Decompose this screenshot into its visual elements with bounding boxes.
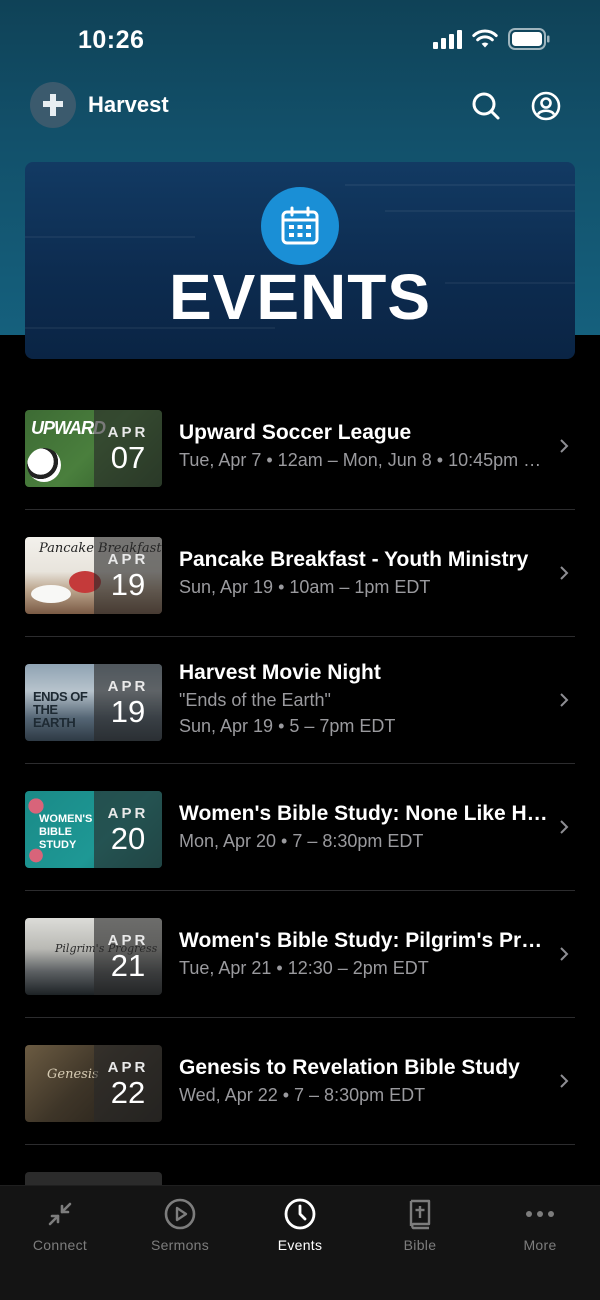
account-icon — [531, 91, 561, 121]
event-datetime: Sun, Apr 19 • 10am – 1pm EDT — [179, 577, 431, 597]
event-title: Upward Soccer League — [179, 421, 412, 444]
event-subtitle: "Ends of the Earth" — [179, 690, 331, 710]
tab-connect[interactable]: Connect — [0, 1186, 120, 1300]
date-month: APR — [107, 805, 149, 822]
connect-icon — [48, 1202, 72, 1226]
thumb-text: ENDS OF THE EARTH — [33, 689, 88, 730]
event-row[interactable]: WOMEN'S BIBLE STUDY APR 20 Women's Bible… — [0, 764, 600, 891]
tab-label: Connect — [32, 1237, 88, 1253]
event-row[interactable]: Pancake Breakfast APR 19 Pancake Breakfa… — [0, 510, 600, 637]
event-text: Harvest Movie Night "Ends of the Earth" … — [179, 661, 551, 737]
event-text: Genesis to Revelation Bible Study Wed, A… — [179, 1056, 551, 1106]
chevron-right-icon — [560, 947, 569, 961]
event-thumbnail: WOMEN'S BIBLE STUDY APR 20 — [25, 791, 162, 868]
event-row[interactable]: UPWARD APR 07 Upward Soccer League Tue, … — [0, 383, 600, 510]
church-logo-icon[interactable] — [30, 82, 76, 128]
soccer-ball-icon — [27, 448, 61, 482]
tab-events[interactable]: Events — [240, 1186, 360, 1300]
event-title: Pancake Breakfast - Youth Ministry — [179, 548, 529, 571]
event-datetime: Sun, Apr 19 • 5 – 7pm EDT — [179, 716, 396, 736]
chevron-right-icon — [560, 566, 569, 580]
event-datetime: Tue, Apr 7 • 12am – Mon, Jun 8 • 10:45pm… — [179, 450, 551, 470]
date-month: APR — [107, 424, 149, 441]
event-datetime: Tue, Apr 21 • 12:30 – 2pm EDT — [179, 958, 429, 978]
date-badge: APR 07 — [94, 410, 162, 487]
status-bar: 10:26 — [0, 0, 600, 82]
calendar-icon — [261, 187, 339, 265]
tab-label: Events — [277, 1237, 323, 1253]
date-badge: APR 21 — [94, 918, 162, 995]
tab-bible[interactable]: Bible — [360, 1186, 480, 1300]
wifi-icon — [472, 29, 498, 48]
thumb-text: Genesis — [47, 1067, 99, 1082]
event-datetime: Mon, Apr 20 • 7 – 8:30pm EDT — [179, 831, 424, 851]
event-thumbnail: UPWARD APR 07 — [25, 410, 162, 487]
app-header: Harvest — [0, 82, 600, 132]
tab-more[interactable]: More — [480, 1186, 600, 1300]
event-text: Women's Bible Study: None Like Him Mon, … — [179, 802, 551, 852]
bible-icon — [409, 1199, 431, 1230]
event-text: Upward Soccer League Tue, Apr 7 • 12am –… — [179, 421, 551, 471]
tab-label: Bible — [403, 1237, 437, 1253]
event-title: Harvest Movie Night — [179, 661, 381, 684]
event-thumbnail: Pilgrim's Progress APR 21 — [25, 918, 162, 995]
date-month: APR — [107, 1059, 149, 1076]
events-banner: EVENTS — [25, 162, 575, 359]
tab-sermons[interactable]: Sermons — [120, 1186, 240, 1300]
event-datetime: Wed, Apr 22 • 7 – 8:30pm EDT — [179, 1085, 426, 1105]
event-thumbnail: Genesis APR 22 — [25, 1045, 162, 1122]
event-title: Women's Bible Study: Pilgrim's Progress — [179, 929, 551, 952]
date-badge: APR 20 — [94, 791, 162, 868]
date-day: 19 — [110, 567, 146, 602]
banner-title: EVENTS — [168, 261, 432, 333]
event-title: Genesis to Revelation Bible Study — [179, 1056, 520, 1079]
date-day: 20 — [110, 821, 146, 856]
date-day: 07 — [110, 440, 146, 475]
event-text: Women's Bible Study: Pilgrim's Progress … — [179, 929, 551, 979]
tab-bar: Connect Sermons Events Bible More — [0, 1185, 600, 1300]
event-text: Pancake Breakfast - Youth Ministry Sun, … — [179, 548, 551, 598]
date-day: 21 — [110, 948, 146, 983]
date-day: 22 — [110, 1075, 146, 1110]
event-title: Women's Bible Study: None Like Him — [179, 802, 551, 825]
more-dots-icon — [526, 1211, 554, 1217]
chevron-right-icon — [560, 1074, 569, 1088]
tab-label: More — [523, 1237, 557, 1253]
search-button[interactable] — [470, 90, 502, 122]
tab-label: Sermons — [150, 1237, 210, 1253]
event-thumbnail: Pancake Breakfast APR 19 — [25, 537, 162, 614]
event-row[interactable]: Genesis APR 22 Genesis to Revelation Bib… — [0, 1018, 600, 1145]
event-row[interactable]: ENDS OF THE EARTH APR 19 Harvest Movie N… — [0, 637, 600, 764]
date-month: APR — [107, 551, 149, 568]
date-month: APR — [107, 932, 149, 949]
chevron-right-icon — [560, 693, 569, 707]
date-badge: APR 19 — [94, 537, 162, 614]
battery-icon — [508, 28, 550, 50]
event-list: UPWARD APR 07 Upward Soccer League Tue, … — [0, 383, 600, 1272]
app-title: Harvest — [88, 92, 169, 117]
event-thumbnail: ENDS OF THE EARTH APR 19 — [25, 664, 162, 741]
cellular-signal-icon — [433, 29, 462, 49]
date-day: 19 — [110, 694, 146, 729]
status-icons — [433, 28, 550, 50]
play-circle-icon — [164, 1198, 196, 1230]
clock-icon — [284, 1198, 316, 1230]
status-time: 10:26 — [78, 26, 145, 54]
chevron-right-icon — [560, 439, 569, 453]
chevron-right-icon — [560, 820, 569, 834]
date-badge: APR 19 — [94, 664, 162, 741]
profile-button[interactable] — [530, 90, 562, 122]
event-row[interactable]: Pilgrim's Progress APR 21 Women's Bible … — [0, 891, 600, 1018]
search-icon — [472, 92, 500, 120]
date-month: APR — [107, 678, 149, 695]
date-badge: APR 22 — [94, 1045, 162, 1122]
